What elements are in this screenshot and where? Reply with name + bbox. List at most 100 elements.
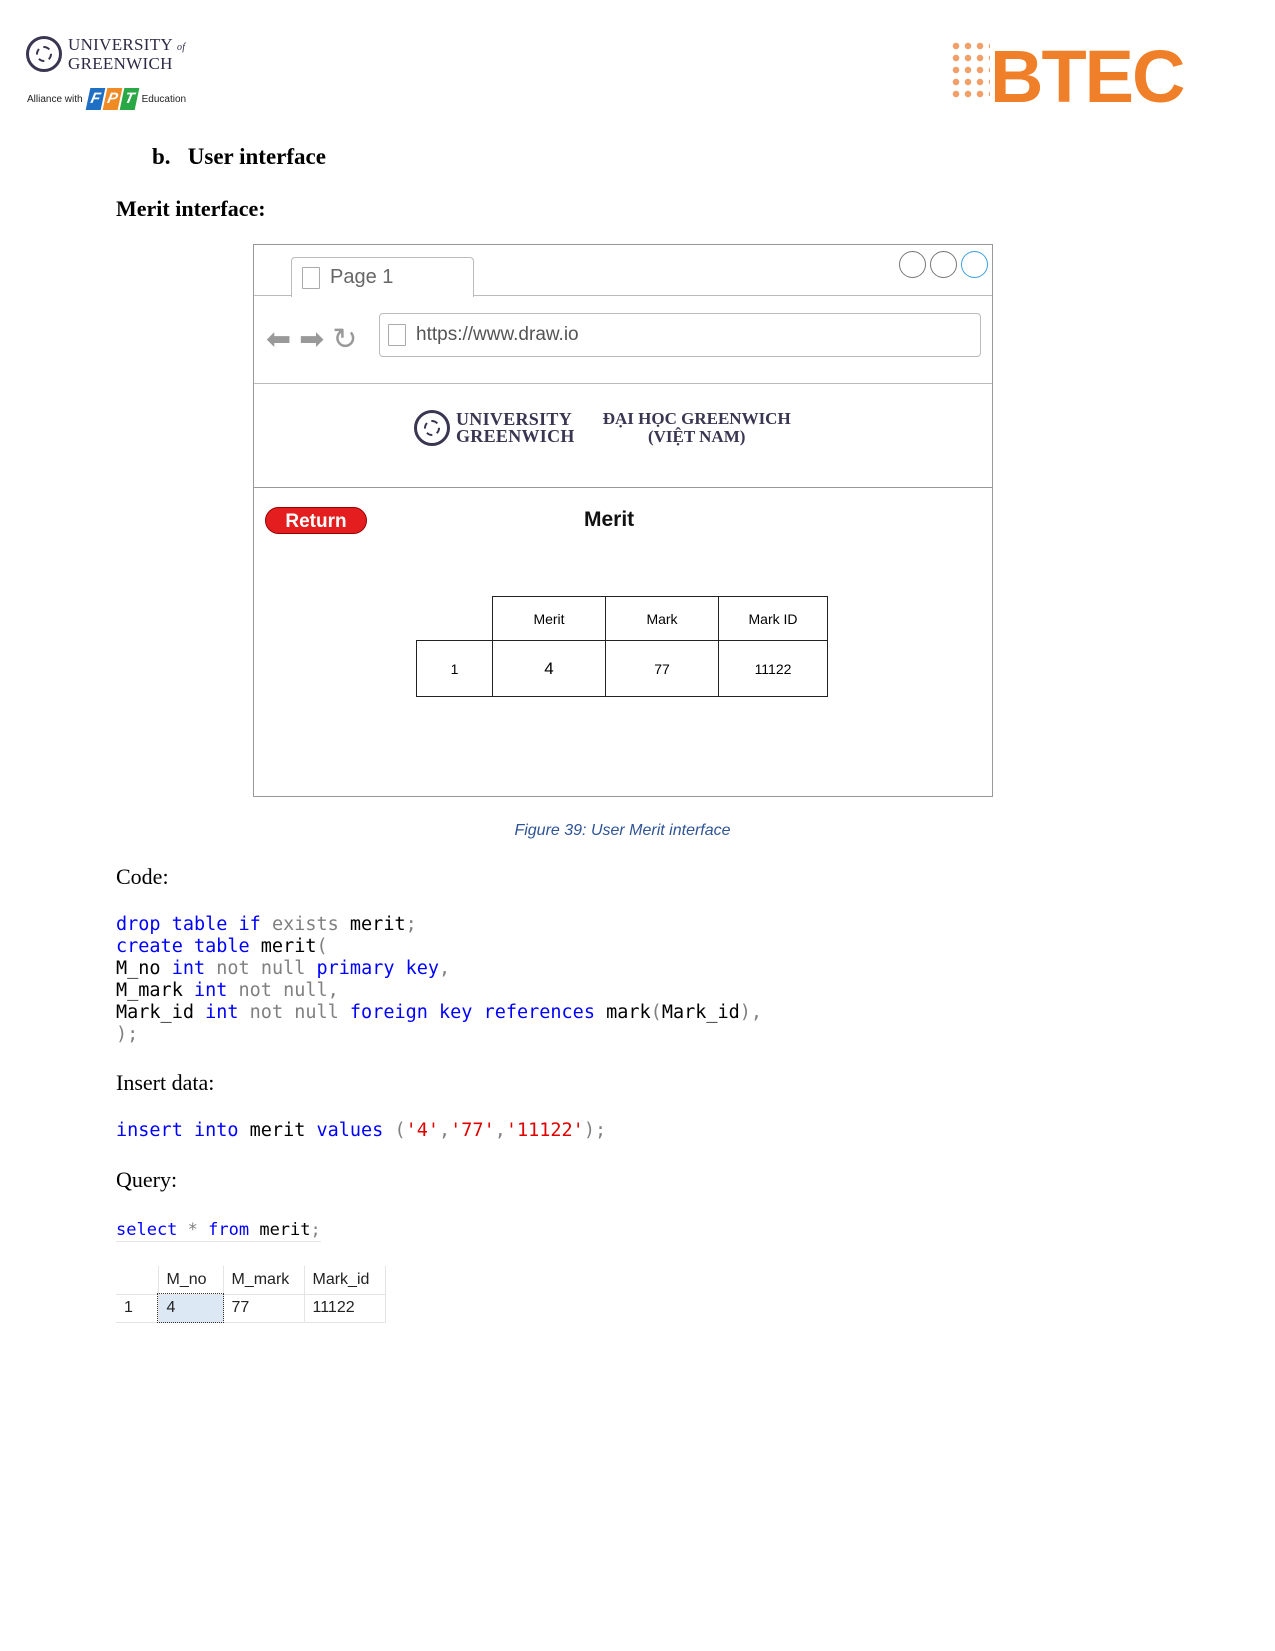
code-token: M_mark [116,980,194,1001]
alliance-text: Education [141,93,187,105]
code-token: create table [116,936,261,957]
code-token: int [193,980,239,1001]
logo-text: GREENWICH [68,53,173,73]
code-token: ); [583,1120,607,1141]
code-token: merit [259,1220,311,1240]
code-line: ); [116,1024,762,1046]
code-token: '11122' [505,1120,584,1141]
row-number: 1 [116,1294,159,1323]
code-token: ), [739,1002,763,1023]
code-token: ; [405,914,417,935]
table-cell: 77 [605,640,719,697]
logo-text: GREENWICH [456,426,575,446]
page-icon [302,266,320,289]
code-token: merit [249,1120,317,1141]
site-logo: UNIVERSITY GREENWICH ĐẠI HỌC GREENWICH (VI… [414,410,791,446]
url-text: https://www.draw.io [416,324,579,345]
code-line: M_no int not null primary key, [116,958,762,980]
greenwich-seal-icon [414,410,450,446]
insert-label: Insert data: [116,1070,215,1095]
code-token: insert into [116,1120,250,1141]
fpt-logo: FPT [85,88,139,110]
code-line: select * from merit; [116,1219,321,1241]
query-label: Query: [116,1167,178,1192]
logo-text: UNIVERSITY [68,34,173,54]
code-token: drop table if [116,914,272,935]
browser-mockup: Page 1 ⬅ ➡ ↻ https://www.draw.io UNIVERSIT… [253,244,993,797]
code-line: Mark_id int not null foreign key referen… [116,1002,762,1024]
arrow-right-icon[interactable]: ➡ [299,322,324,357]
maximize-button[interactable] [930,251,957,278]
table-cell: 11122 [718,640,828,697]
code-token: foreign key references [349,1002,607,1023]
close-button[interactable] [961,251,988,278]
table-cell: 1 [416,640,493,697]
greenwich-seal-icon [26,36,62,72]
btec-logo: BTEC [990,35,1185,118]
code-token: values [316,1120,395,1141]
code-token: , [439,1120,451,1141]
code-token: from [208,1220,260,1240]
code-token: merit [349,914,406,935]
code-line: drop table if exists merit; [116,914,762,936]
column-header: Mark_id [304,1266,386,1295]
code-token: int [171,958,217,979]
code-token: , [439,958,451,979]
browser-tab[interactable]: Page 1 [291,257,474,297]
code-block: drop table if exists merit; create table … [116,914,762,1046]
column-header: Mark [605,596,719,641]
query-code: select * from merit; [116,1219,321,1242]
url-bar[interactable]: https://www.draw.io [379,313,981,357]
alliance-text: Alliance with [27,93,83,105]
table-cell[interactable]: 4 [157,1293,224,1323]
column-header: Merit [492,596,606,641]
arrow-left-icon[interactable]: ⬅ [266,322,291,357]
page-icon [388,324,406,346]
refresh-icon[interactable]: ↻ [332,322,357,357]
table-cell[interactable]: 11122 [304,1294,386,1323]
code-token: not null [249,1002,350,1023]
code-token: select [116,1220,188,1240]
subsection-heading: Merit interface: [116,196,266,221]
table-row: 1 4 77 11122 [416,640,828,697]
fpt-letter: P [102,88,122,110]
code-token: '77' [450,1120,495,1141]
code-line: insert into merit values ('4','77','1112… [116,1120,606,1142]
code-line: M_mark int not null, [116,980,762,1002]
btec-dots-icon [950,40,990,100]
divider [254,383,992,384]
table-cell[interactable]: 77 [223,1294,305,1323]
merit-table: Merit Mark Mark ID 1 4 77 11122 [416,596,828,697]
window-controls [899,251,988,278]
empty-cell [416,596,493,641]
university-logo: UNIVERSITY of GREENWICH [26,36,185,72]
fpt-letter: F [85,88,105,110]
code-token: * [187,1220,209,1240]
column-header: M_no [158,1266,224,1295]
figure-caption: Figure 39: User Merit interface [514,822,731,839]
divider [254,487,992,488]
code-token: ); [116,1024,139,1045]
return-button[interactable]: Return [265,507,367,534]
code-token: ( [650,1002,662,1023]
code-token: '4' [405,1120,440,1141]
column-header: Mark ID [718,596,828,641]
page-title: Merit [584,508,635,531]
code-label: Code: [116,864,169,889]
code-token: , [494,1120,506,1141]
insert-code: insert into merit values ('4','77','1112… [116,1120,606,1142]
code-token: exists [271,914,350,935]
logo-text: (VIỆT NAM) [647,427,746,446]
code-token: ( [394,1120,406,1141]
code-token: ; [310,1220,321,1240]
empty-cell [116,1266,159,1295]
fpt-letter: T [119,88,139,110]
code-token: not null [216,958,317,979]
minimize-button[interactable] [899,251,926,278]
result-grid: M_no M_mark Mark_id 1 4 77 11122 [116,1266,386,1323]
fpt-alliance-logo: Alliance with FPT Education [27,88,186,110]
code-line: create table merit( [116,936,762,958]
code-token: Mark_id [116,1002,206,1023]
logo-text: ĐẠI HỌC GREENWICH [602,409,791,428]
code-token: Mark_id [661,1002,740,1023]
